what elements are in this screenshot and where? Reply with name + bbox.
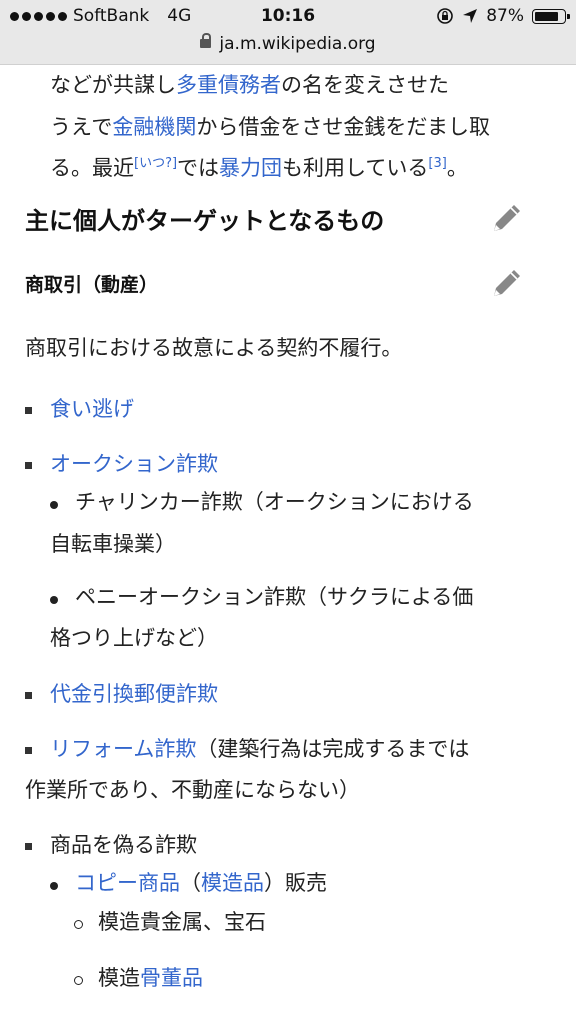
link-kuinige[interactable]: 食い逃げ xyxy=(50,389,134,430)
bullet xyxy=(25,407,32,414)
list-item-penny-auction: ペニーオークション詐欺（サクラによる価 xyxy=(75,585,474,609)
subsection-heading: 商取引（動産） xyxy=(25,274,159,296)
bullet xyxy=(74,920,83,929)
intro-line-2: うえで金融機関から借金をさせ金銭をだまし取 xyxy=(50,115,490,139)
status-icons: 87% xyxy=(436,6,570,26)
link-boryokudan[interactable]: 暴力団 xyxy=(219,156,282,180)
bullet xyxy=(25,747,32,754)
reference-3[interactable]: [3] xyxy=(428,156,446,171)
status-bar: SoftBank 4G 10:16 87% ja.m.wikipedia.org xyxy=(0,0,576,65)
bullet xyxy=(50,501,58,509)
list-item-penny-auction-cont: 格つり上げなど） xyxy=(50,626,218,650)
list-item-charinka: チャリンカー詐欺（オークションにおける xyxy=(75,490,474,514)
list-item-kotto: 模造骨董品 xyxy=(98,966,203,990)
list-item-charinka-cont: 自転車操業） xyxy=(50,532,176,556)
citation-needed[interactable]: [いつ?] xyxy=(134,156,177,171)
link-mozohin[interactable]: 模造品 xyxy=(201,871,264,895)
battery-icon xyxy=(532,8,570,24)
list-item-copy: コピー商品（模造品）販売 xyxy=(75,871,327,895)
lock-icon xyxy=(200,32,212,48)
list-item-kikinzoku: 模造貴金属、宝石 xyxy=(98,910,266,934)
location-arrow-icon xyxy=(463,9,478,23)
section-heading: 主に個人がターゲットとなるもの xyxy=(25,207,385,235)
list-item-reform-cont: 作業所であり、不動産にならない） xyxy=(25,778,360,802)
bullet xyxy=(25,692,32,699)
bullet xyxy=(25,843,32,850)
link-kinyu-kikan[interactable]: 金融機関 xyxy=(112,115,196,139)
bullet xyxy=(25,462,32,469)
intro-line-3: る。最近[いつ?]では暴力団も利用している[3]。 xyxy=(50,156,468,180)
link-daikin-hikikae[interactable]: 代金引換郵便詐欺 xyxy=(50,674,218,715)
intro-line-1: などが共謀し多重債務者の名を変えさせた xyxy=(50,73,449,97)
rotation-lock-icon xyxy=(437,8,454,24)
link-tajuu-saimusha[interactable]: 多重債務者 xyxy=(176,73,281,97)
list-item-reform: リフォーム詐欺（建築行為は完成するまでは xyxy=(50,737,470,761)
url-text: ja.m.wikipedia.org xyxy=(219,34,376,54)
link-reform-fraud[interactable]: リフォーム詐欺 xyxy=(50,737,196,761)
link-auction-fraud[interactable]: オークション詐欺 xyxy=(50,444,218,485)
section-description: 商取引における故意による契約不履行。 xyxy=(25,336,403,360)
bullet xyxy=(50,596,58,604)
link-kottohin[interactable]: 骨董品 xyxy=(140,966,203,990)
edit-pencil-icon[interactable] xyxy=(489,200,525,236)
link-copy-shohin[interactable]: コピー商品 xyxy=(75,871,180,895)
bullet xyxy=(50,882,58,890)
battery-percent: 87% xyxy=(486,6,524,26)
address-bar[interactable]: ja.m.wikipedia.org xyxy=(0,32,576,54)
edit-pencil-icon[interactable] xyxy=(489,265,525,301)
list-item-shohin: 商品を偽る詐欺 xyxy=(50,833,197,857)
bullet xyxy=(74,976,83,985)
